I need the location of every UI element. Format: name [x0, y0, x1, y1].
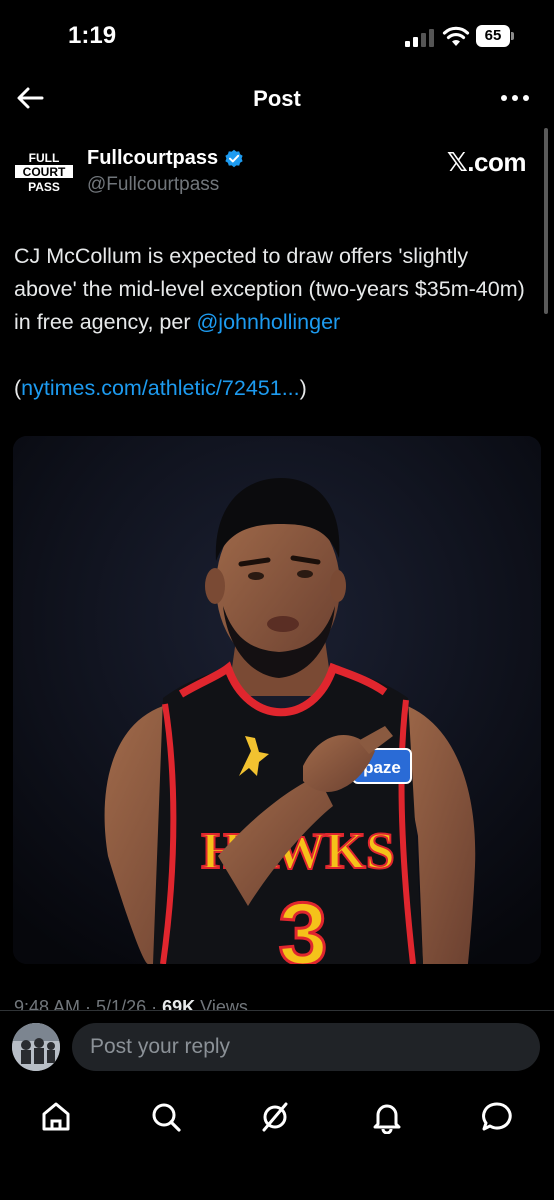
views-count: 69K: [162, 997, 196, 1011]
post-date: 5/1/26: [96, 997, 147, 1011]
top-navigation: Post: [0, 74, 554, 124]
page-title: Post: [253, 86, 301, 111]
link-close-paren: ): [299, 376, 307, 400]
logo-text-full: FULL: [29, 151, 60, 165]
wifi-icon: [442, 26, 470, 46]
reply-input[interactable]: [72, 1023, 540, 1071]
user-avatar[interactable]: [12, 1023, 60, 1071]
post-meta: 9:48 AM · 5/1/26 · 69K Views: [14, 997, 248, 1011]
post-text: CJ McCollum is expected to draw offers '…: [14, 240, 534, 339]
messages-icon[interactable]: [480, 1100, 514, 1134]
status-bar: 1:19 65: [0, 0, 554, 74]
battery-tip: [511, 32, 514, 40]
home-icon[interactable]: [39, 1100, 73, 1134]
scrollbar[interactable]: [544, 128, 548, 314]
mention-link[interactable]: @johnhollinger: [196, 310, 340, 334]
post-source-link: (nytimes.com/athletic/72451...): [14, 372, 534, 405]
article-link[interactable]: nytimes.com/athletic/72451...: [21, 376, 299, 400]
user-avatar-image: [12, 1023, 60, 1071]
verified-badge-icon: [225, 149, 243, 167]
author-handle[interactable]: @Fullcourtpass: [87, 174, 219, 196]
fullcourtpass-logo-avatar[interactable]: FULL COURT PASS: [12, 149, 76, 193]
battery-level: 65: [476, 25, 510, 47]
status-time: 1:19: [68, 22, 117, 49]
post-author: FULL COURT PASS Fullcourtpass @Fullcourt…: [12, 145, 542, 200]
grok-icon[interactable]: [258, 1100, 292, 1134]
source-label: 𝕏.com: [446, 147, 527, 177]
jersey-number: 3: [279, 884, 328, 964]
more-options-icon[interactable]: [498, 84, 532, 112]
views-label: Views: [200, 997, 248, 1011]
logo-text-court: COURT: [23, 165, 66, 179]
author-name-row[interactable]: Fullcourtpass: [87, 147, 244, 170]
cellular-signal-icon: [405, 29, 434, 47]
author-name[interactable]: Fullcourtpass: [87, 147, 218, 170]
notifications-icon[interactable]: [370, 1100, 404, 1134]
post-image[interactable]: paze HAWKS 3: [13, 436, 541, 964]
post-time: 9:48 AM: [14, 997, 81, 1011]
bottom-tab-bar: [0, 1084, 554, 1200]
player-photo-illustration: paze HAWKS 3: [13, 436, 541, 964]
reply-bar: [0, 1010, 554, 1085]
search-icon[interactable]: [149, 1100, 183, 1134]
logo-text-pass: PASS: [28, 180, 60, 193]
battery-indicator: 65: [476, 25, 514, 47]
